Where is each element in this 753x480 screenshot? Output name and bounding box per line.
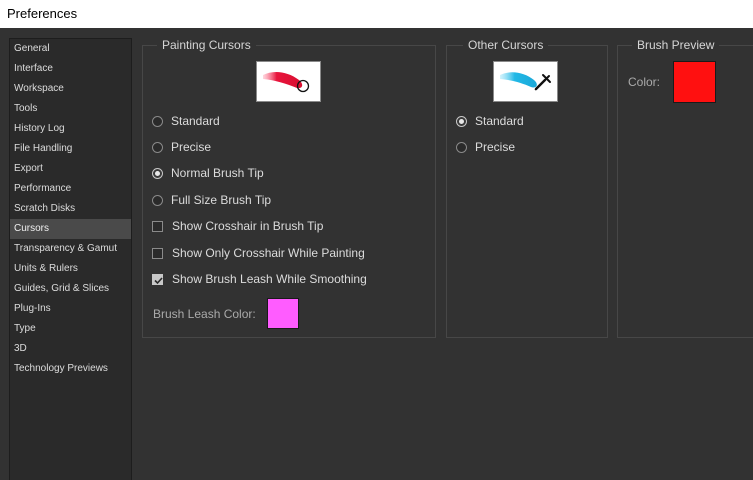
painting-precise-label: Precise (171, 140, 212, 154)
sidebar-item-workspace[interactable]: Workspace (10, 79, 131, 99)
brush-leash-color-swatch[interactable] (267, 298, 299, 329)
show-crosshair-label: Show Crosshair in Brush Tip (172, 219, 324, 233)
other-cursor-preview (493, 61, 558, 102)
painting-standard-label: Standard (171, 114, 220, 128)
show-crosshair-checkbox[interactable] (152, 220, 163, 232)
sidebar-item-units-rulers[interactable]: Units & Rulers (10, 259, 131, 279)
sidebar-item-technology-previews[interactable]: Technology Previews (10, 359, 131, 379)
brush-leash-color-label: Brush Leash Color: (153, 307, 256, 321)
other-precise-label: Precise (475, 140, 516, 154)
sidebar-item-scratch-disks[interactable]: Scratch Disks (10, 199, 131, 219)
sidebar-item-tools[interactable]: Tools (10, 99, 131, 119)
show-only-crosshair-label: Show Only Crosshair While Painting (172, 246, 365, 260)
brush-stroke-circle-cursor-icon (263, 72, 310, 93)
brush-preview-color-swatch[interactable] (673, 61, 716, 103)
show-crosshair-option[interactable]: Show Crosshair in Brush Tip (152, 217, 323, 235)
painting-normal-tip-label: Normal Brush Tip (171, 166, 264, 180)
painting-full-tip-label: Full Size Brush Tip (171, 193, 272, 207)
show-brush-leash-label: Show Brush Leash While Smoothing (172, 272, 367, 286)
other-cursors-title: Other Cursors (463, 37, 549, 53)
show-brush-leash-option[interactable]: Show Brush Leash While Smoothing (152, 270, 367, 288)
brush-preview-group: Brush Preview Color: (617, 37, 753, 338)
show-only-crosshair-option[interactable]: Show Only Crosshair While Painting (152, 244, 365, 262)
brush-preview-color-label: Color: (628, 75, 661, 89)
sidebar-item-type[interactable]: Type (10, 319, 131, 339)
painting-precise-radio[interactable] (152, 141, 163, 153)
painting-full-tip-radio[interactable] (152, 194, 163, 206)
painting-precise-option[interactable]: Precise (152, 138, 211, 156)
sidebar-item-guides-grid-slices[interactable]: Guides, Grid & Slices (10, 279, 131, 299)
show-only-crosshair-checkbox[interactable] (152, 247, 163, 259)
painting-standard-option[interactable]: Standard (152, 112, 220, 130)
painting-cursor-preview (256, 61, 321, 102)
other-standard-label: Standard (475, 114, 524, 128)
painting-standard-radio[interactable] (152, 115, 163, 127)
sidebar-item-general[interactable]: General (10, 39, 131, 59)
sidebar-item-plug-ins[interactable]: Plug-Ins (10, 299, 131, 319)
other-standard-option[interactable]: Standard (456, 112, 524, 130)
other-standard-radio[interactable] (456, 115, 467, 127)
sidebar-item-cursors[interactable]: Cursors (10, 219, 131, 239)
sidebar-item-file-handling[interactable]: File Handling (10, 139, 131, 159)
other-cursors-group: Other Cursors Standard Precise (446, 37, 608, 338)
sidebar-item-performance[interactable]: Performance (10, 179, 131, 199)
painting-normal-tip-radio[interactable] (152, 167, 163, 179)
painting-normal-tip-option[interactable]: Normal Brush Tip (152, 164, 264, 182)
eyedropper-cursor-icon (500, 72, 551, 91)
sidebar-item-history-log[interactable]: History Log (10, 119, 131, 139)
sidebar-item-transparency-gamut[interactable]: Transparency & Gamut (10, 239, 131, 259)
sidebar-item-3d[interactable]: 3D (10, 339, 131, 359)
painting-cursors-title: Painting Cursors (157, 37, 256, 53)
brush-preview-title: Brush Preview (632, 37, 720, 53)
preferences-sidebar: General Interface Workspace Tools Histor… (9, 38, 132, 480)
other-precise-option[interactable]: Precise (456, 138, 515, 156)
painting-cursors-group: Painting Cursors Standard Precise Normal… (142, 37, 436, 338)
other-precise-radio[interactable] (456, 141, 467, 153)
sidebar-item-interface[interactable]: Interface (10, 59, 131, 79)
painting-full-tip-option[interactable]: Full Size Brush Tip (152, 191, 271, 209)
sidebar-item-export[interactable]: Export (10, 159, 131, 179)
show-brush-leash-checkbox[interactable] (152, 273, 163, 285)
checkmark-icon (154, 276, 163, 284)
window-title: Preferences (0, 0, 753, 28)
